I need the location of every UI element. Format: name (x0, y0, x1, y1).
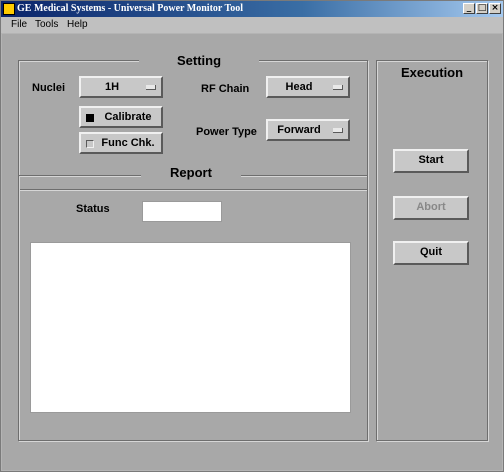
power-type-label: Power Type (196, 126, 257, 138)
dropdown-arrow-icon (333, 85, 343, 90)
power-type-select[interactable]: Forward (266, 119, 350, 141)
toggle-off-indicator-icon (86, 140, 94, 148)
toggle-on-indicator-icon (86, 114, 94, 122)
menu-help[interactable]: Help (67, 18, 88, 32)
rf-chain-select[interactable]: Head (266, 76, 350, 98)
menu-bar: File Tools Help (1, 17, 503, 33)
quit-button[interactable]: Quit (393, 241, 469, 265)
calibrate-toggle[interactable]: Calibrate (79, 106, 163, 128)
execution-title: Execution (400, 65, 464, 80)
nuclei-value: 1H (104, 81, 120, 93)
func-chk-label: Func Chk. (101, 137, 155, 149)
menu-tools[interactable]: Tools (35, 18, 58, 32)
report-title: Report (141, 165, 241, 181)
app-icon (3, 3, 15, 15)
menu-file[interactable]: File (11, 18, 27, 32)
nuclei-select[interactable]: 1H (79, 76, 163, 98)
dropdown-arrow-icon (333, 128, 343, 133)
nuclei-label: Nuclei (32, 82, 66, 94)
power-type-value: Forward (277, 124, 321, 136)
func-chk-toggle[interactable]: Func Chk. (79, 132, 163, 154)
calibrate-label: Calibrate (104, 111, 152, 123)
rf-chain-value: Head (285, 81, 313, 93)
close-button[interactable]: × (489, 3, 501, 14)
status-label: Status (76, 203, 110, 215)
dropdown-arrow-icon (146, 85, 156, 90)
abort-button[interactable]: Abort (393, 196, 469, 220)
start-button[interactable]: Start (393, 149, 469, 173)
title-bar[interactable]: GE Medical Systems - Universal Power Mon… (1, 1, 503, 17)
main-content: Setting Nuclei 1H RF Chain Head Calibrat… (2, 34, 502, 470)
window-title: GE Medical Systems - Universal Power Mon… (17, 3, 244, 14)
minimize-button[interactable]: _ (463, 3, 475, 14)
setting-title: Setting (139, 53, 259, 69)
rf-chain-label: RF Chain (201, 83, 250, 95)
maximize-button[interactable]: □ (476, 3, 488, 14)
status-field (142, 201, 222, 222)
report-log-area[interactable] (30, 242, 351, 413)
app-window: GE Medical Systems - Universal Power Mon… (0, 0, 504, 472)
